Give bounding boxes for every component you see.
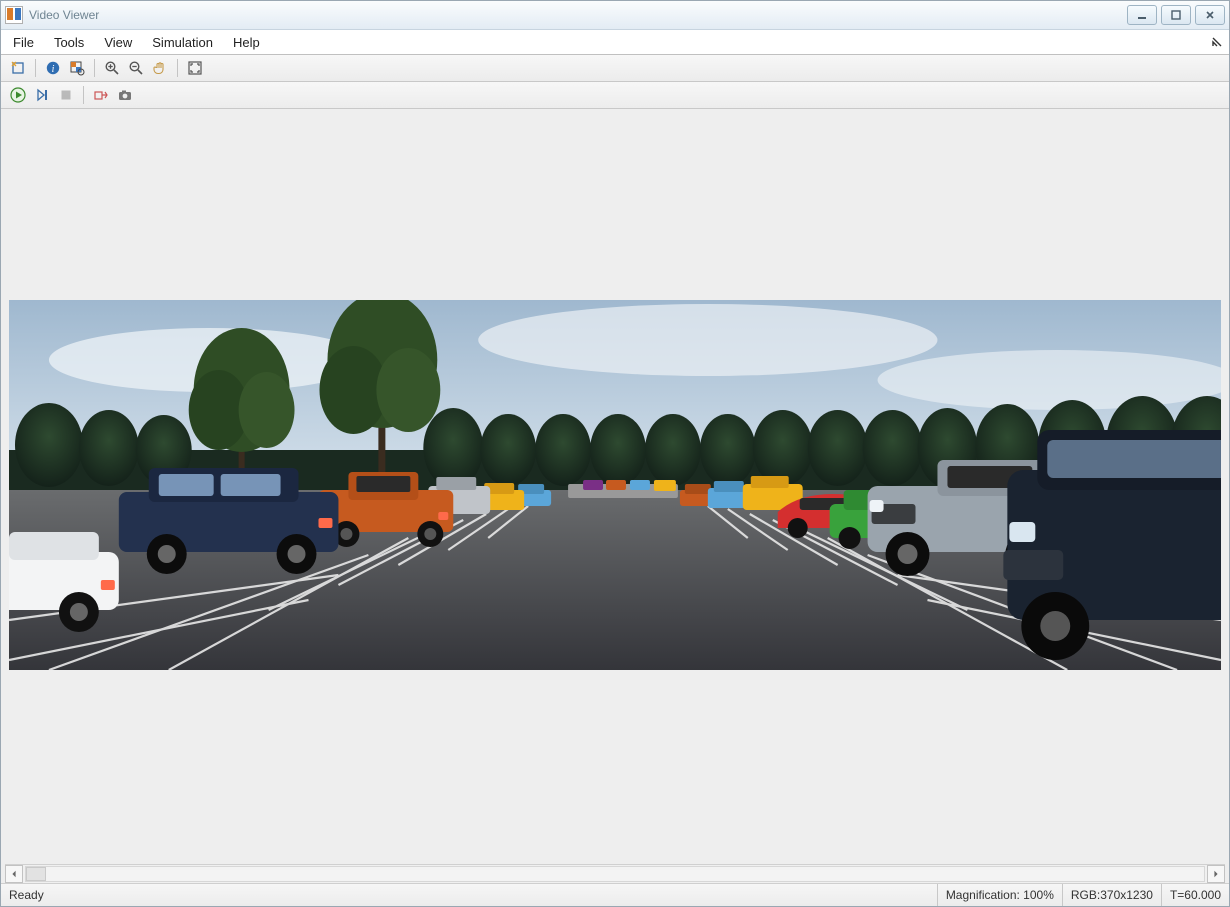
video-frame[interactable] (9, 300, 1221, 670)
chevron-left-icon (10, 870, 18, 878)
snapshot-button[interactable] (114, 84, 136, 106)
zoom-out-icon (128, 60, 144, 76)
zoom-in-button[interactable] (101, 57, 123, 79)
scene-svg (9, 300, 1221, 670)
menu-help[interactable]: Help (223, 33, 270, 52)
chevron-right-icon (1212, 870, 1220, 878)
status-ready: Ready (1, 888, 937, 902)
fit-to-window-icon (187, 60, 203, 76)
titlebar: Video Viewer (1, 1, 1229, 30)
toolbar-simulation (1, 82, 1229, 109)
menu-simulation[interactable]: Simulation (142, 33, 223, 52)
highlight-block-icon (93, 87, 109, 103)
video-canvas-area (1, 109, 1229, 883)
pan-button[interactable] (149, 57, 171, 79)
toolbar-view: i (1, 55, 1229, 82)
snapshot-icon (117, 87, 133, 103)
zoom-out-button[interactable] (125, 57, 147, 79)
close-button[interactable] (1195, 5, 1225, 25)
horizontal-scrollbar[interactable] (5, 864, 1225, 883)
close-icon (1204, 9, 1216, 21)
pixel-region-icon (69, 60, 85, 76)
stop-button[interactable] (55, 84, 77, 106)
undock-icon (1211, 36, 1223, 48)
status-rgb: RGB:370x1230 (1062, 884, 1161, 906)
svg-text:i: i (52, 64, 55, 75)
zoom-in-icon (104, 60, 120, 76)
menubar: File Tools View Simulation Help (1, 30, 1229, 55)
stop-icon (58, 87, 74, 103)
highlight-block-button[interactable] (90, 84, 112, 106)
info-button[interactable]: i (42, 57, 64, 79)
step-icon (34, 87, 50, 103)
play-icon (10, 87, 26, 103)
maximize-icon (1170, 9, 1182, 21)
pan-icon (152, 60, 168, 76)
menu-view[interactable]: View (94, 33, 142, 52)
info-icon: i (45, 60, 61, 76)
new-colormap-button[interactable] (7, 57, 29, 79)
menu-file[interactable]: File (3, 33, 44, 52)
maximize-button[interactable] (1161, 5, 1191, 25)
fit-to-window-button[interactable] (184, 57, 206, 79)
statusbar: Ready Magnification: 100% RGB:370x1230 T… (1, 883, 1229, 906)
menu-tools[interactable]: Tools (44, 33, 94, 52)
pixel-region-button[interactable] (66, 57, 88, 79)
minimize-button[interactable] (1127, 5, 1157, 25)
undock-button[interactable] (1211, 36, 1223, 48)
scroll-right-button[interactable] (1207, 865, 1225, 883)
matlab-app-icon (5, 6, 23, 24)
play-button[interactable] (7, 84, 29, 106)
status-magnification: Magnification: 100% (937, 884, 1062, 906)
step-forward-button[interactable] (31, 84, 53, 106)
minimize-icon (1136, 9, 1148, 21)
new-colormap-icon (10, 60, 26, 76)
video-viewer-window: Video Viewer File Tools View Simulation … (0, 0, 1230, 907)
window-title: Video Viewer (29, 8, 99, 22)
scroll-track[interactable] (25, 866, 1205, 882)
status-time: T=60.000 (1161, 884, 1229, 906)
scroll-thumb[interactable] (26, 867, 46, 881)
scroll-left-button[interactable] (5, 865, 23, 883)
